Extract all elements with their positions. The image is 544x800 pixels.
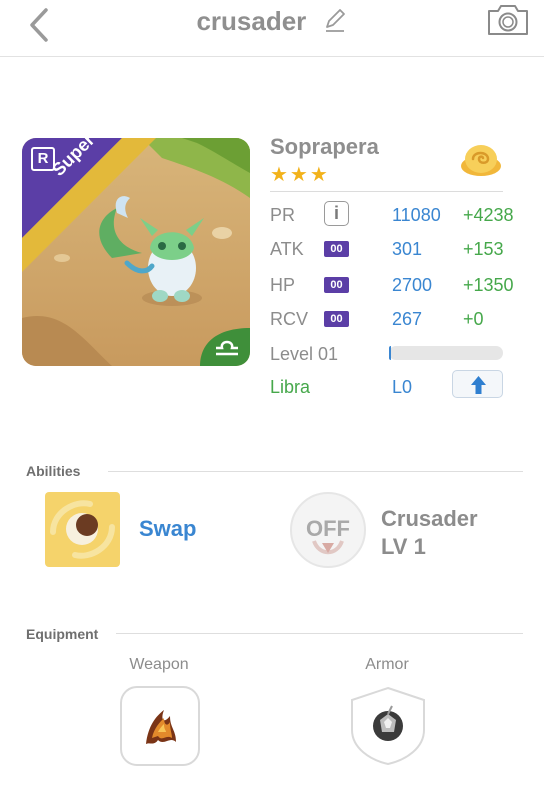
level-progress-bar [389,346,503,360]
stat-label-pr: PR [270,205,296,225]
stat-bonus-hp: +1350 [463,275,514,295]
level-progress-fill [389,346,391,360]
stat-value-hp: 2700 [392,275,433,295]
armor-slot[interactable] [348,686,428,766]
level-label: Level 01 [270,344,339,364]
libra-icon [216,340,238,356]
crusader-ability-info[interactable]: Crusader LV 1 [381,505,478,561]
stat-badge-rcv: 00 [324,311,349,327]
zodiac-sign: Libra [270,377,311,397]
edit-pencil-icon[interactable] [322,7,348,33]
stat-label-atk: ATK [270,239,304,259]
stat-bonus-rcv: +0 [463,309,484,329]
weapon-slot[interactable] [120,686,200,766]
arrow-up-icon [471,376,486,394]
stat-label-hp: HP [270,275,296,295]
level-code: L0 [392,377,413,397]
abilities-heading: Abilities [26,463,81,479]
level-up-button[interactable] [452,370,503,398]
title-text: crusader [196,6,307,36]
star-rating: ★★★ [270,164,330,186]
equipment-divider [116,633,523,634]
crusader-ability-name: Crusader [381,506,478,531]
stat-label-rcv: RCV [270,309,309,329]
monster-name: Soprapera [270,134,379,159]
page-title[interactable]: crusader [0,6,544,36]
stat-badge-atk: 00 [324,241,349,257]
abilities-divider [108,471,523,472]
cloud-coin-icon[interactable] [458,142,504,178]
stat-value-rcv: 267 [392,309,423,329]
stat-value-pr: 11080 [392,205,441,225]
info-icon[interactable]: i [324,201,349,226]
swap-ability-label[interactable]: Swap [139,515,196,543]
weapon-label: Weapon [129,656,189,673]
equipment-heading: Equipment [26,626,99,642]
camera-icon[interactable] [486,3,530,37]
stat-badge-hp: 00 [324,277,349,293]
stat-bonus-atk: +153 [463,239,504,259]
crusader-ability-off-icon[interactable]: OFF [289,491,367,569]
stat-bonus-pr: +4238 [463,205,514,225]
stat-value-atk: 301 [392,239,423,259]
ability-off-label: OFF [306,516,350,541]
crusader-ability-level: LV 1 [381,534,426,559]
swap-ability-icon[interactable] [45,492,120,567]
name-divider [270,191,503,192]
armor-label: Armor [365,656,409,673]
